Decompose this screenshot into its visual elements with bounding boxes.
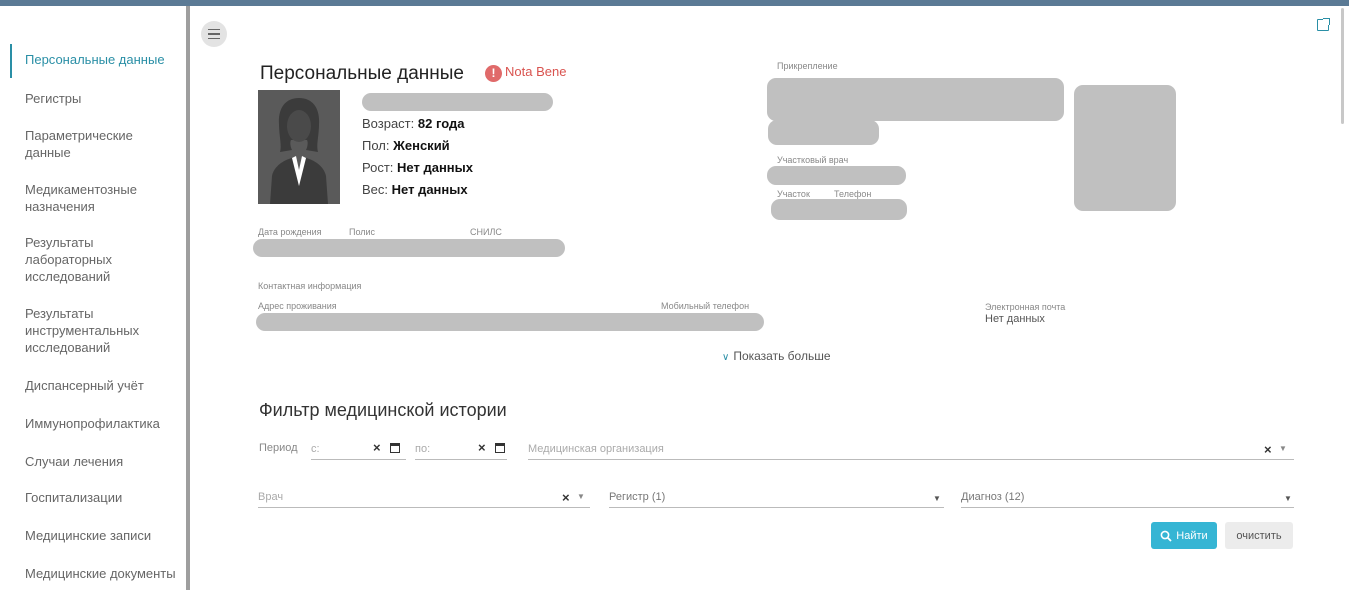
clear-from-icon[interactable]: ×	[373, 440, 381, 455]
phone-label: Телефон	[834, 189, 872, 199]
district-phone-redacted	[771, 199, 907, 220]
email-value: Нет данных	[985, 313, 1045, 325]
sidebar-item-hospitalizations[interactable]: Госпитализации	[25, 489, 185, 506]
sex-line: Пол: Женский	[362, 138, 450, 153]
snils-label: СНИЛС	[470, 227, 502, 237]
sidebar-scrollbar[interactable]	[186, 38, 190, 590]
period-to-input[interactable]: по:	[415, 440, 507, 460]
page-scrollbar[interactable]	[1341, 8, 1344, 124]
weight-line: Вес: Нет данных	[362, 182, 468, 197]
clear-doctor-icon[interactable]: ×	[562, 490, 570, 505]
period-label: Период	[259, 442, 298, 454]
page-title: Персональные данные	[260, 63, 464, 84]
sidebar-item-medical-documents[interactable]: Медицинские документы	[25, 565, 185, 582]
alert-icon[interactable]: !	[485, 65, 502, 82]
attachment-label: Прикрепление	[777, 61, 838, 71]
attachment-extra-redacted	[768, 120, 879, 145]
sidebar-item-medical-records[interactable]: Медицинские записи	[25, 527, 185, 544]
sidebar-item-dispensary[interactable]: Диспансерный учёт	[25, 377, 185, 394]
top-bar	[0, 0, 1349, 6]
doctor-dropdown-icon[interactable]: ▼	[577, 492, 585, 501]
clear-button[interactable]: очистить	[1225, 522, 1293, 549]
sidebar-item-personal-data[interactable]: Персональные данные	[25, 51, 185, 68]
attachment-org-redacted	[767, 78, 1064, 121]
district-doctor-label: Участковый врач	[777, 155, 849, 165]
sidebar-item-parametric-data[interactable]: Параметрические данные	[25, 127, 145, 161]
show-more-link[interactable]: ∨ Показать больше	[722, 349, 831, 363]
attachment-photo-redacted	[1074, 85, 1176, 211]
chevron-down-icon: ∨	[722, 352, 730, 363]
address-label: Адрес проживания	[258, 301, 337, 311]
female-avatar-icon	[258, 90, 340, 204]
diagnosis-value: Диагноз (12)	[961, 491, 1025, 503]
contacts-redacted	[256, 313, 764, 331]
patient-name-redacted	[362, 93, 553, 111]
age-line: Возраст: 82 года	[362, 116, 465, 131]
clear-organization-icon[interactable]: ×	[1264, 442, 1272, 457]
sidebar-item-medication[interactable]: Медикаментозные назначения	[25, 181, 145, 215]
sidebar-item-treatment-cases[interactable]: Случаи лечения	[25, 453, 185, 470]
period-to-placeholder: по:	[415, 443, 431, 455]
clear-to-icon[interactable]: ×	[478, 440, 486, 455]
find-button-label: Найти	[1176, 529, 1208, 542]
period-from-placeholder: с:	[311, 443, 320, 455]
district-label: Участок	[777, 189, 810, 199]
hamburger-icon	[208, 28, 220, 31]
medical-organization-select[interactable]: Медицинская организация	[528, 440, 1294, 460]
registry-dropdown-icon[interactable]: ▼	[933, 494, 941, 503]
contact-info-label: Контактная информация	[258, 281, 362, 291]
calendar-to-icon[interactable]	[495, 443, 505, 453]
nota-bene-link[interactable]: Nota Bene	[505, 64, 566, 79]
find-button[interactable]: Найти	[1151, 522, 1217, 549]
diagnosis-select[interactable]: Диагноз (12)	[961, 488, 1294, 508]
avatar	[258, 90, 340, 204]
sidebar-item-registers[interactable]: Регистры	[25, 90, 185, 107]
email-label: Электронная почта	[985, 302, 1066, 312]
sidebar-item-immunization[interactable]: Иммунопрофилактика	[25, 415, 185, 432]
policy-label: Полис	[349, 227, 376, 237]
calendar-from-icon[interactable]	[390, 443, 400, 453]
district-doctor-redacted	[767, 166, 906, 185]
sidebar-active-indicator	[10, 44, 12, 78]
sidebar-item-instrumental-results[interactable]: Результаты инструментальных исследований	[25, 305, 155, 356]
organization-dropdown-icon[interactable]: ▼	[1279, 444, 1287, 453]
medical-organization-placeholder: Медицинская организация	[528, 443, 664, 455]
filter-title: Фильтр медицинской истории	[259, 400, 507, 420]
diagnosis-dropdown-icon[interactable]: ▼	[1284, 494, 1292, 503]
birth-date-label: Дата рождения	[258, 227, 322, 237]
doctor-select[interactable]: Врач	[258, 488, 590, 508]
menu-toggle-button[interactable]	[201, 21, 227, 47]
mobile-phone-label: Мобильный телефон	[661, 301, 750, 311]
height-line: Рост: Нет данных	[362, 160, 473, 175]
sidebar: Персональные данные Регистры Параметриче…	[0, 6, 190, 590]
show-more-label: Показать больше	[733, 349, 831, 363]
registry-select[interactable]: Регистр (1)	[609, 488, 944, 508]
doctor-placeholder: Врач	[258, 491, 284, 503]
registry-value: Регистр (1)	[609, 491, 666, 503]
search-icon	[1160, 530, 1172, 542]
external-link-icon[interactable]	[1317, 18, 1330, 31]
documents-redacted	[253, 239, 565, 257]
sidebar-item-lab-results[interactable]: Результаты лабораторных исследований	[25, 234, 125, 285]
